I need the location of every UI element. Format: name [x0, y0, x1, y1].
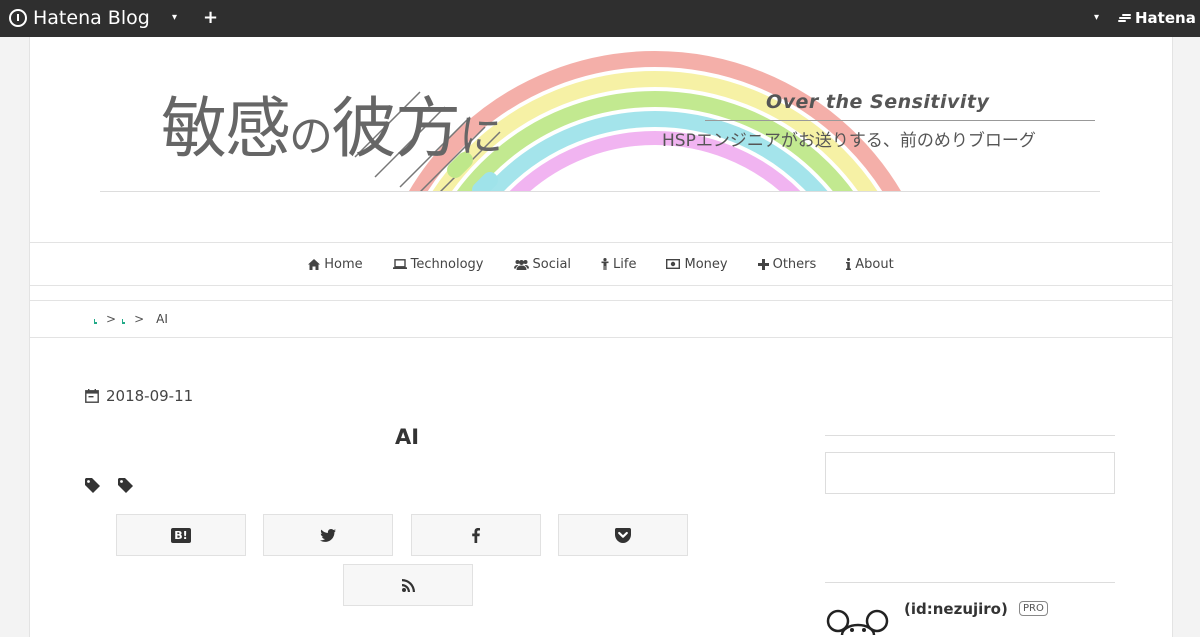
nav-item-label: Social: [532, 256, 572, 272]
hatena-bookmark-share-button[interactable]: B!: [116, 514, 246, 556]
hatena-home-link[interactable]: Hatena: [1118, 9, 1196, 27]
blog-title-part-1: 敏感: [161, 90, 291, 167]
feed-subscribe-button[interactable]: [343, 564, 473, 606]
users-icon: [513, 259, 529, 270]
twitter-share-button[interactable]: [263, 514, 393, 556]
blog-description: HSPエンジニアがお送りする、前のめりブローグ: [662, 131, 1036, 151]
nav-item-label: Life: [613, 256, 637, 272]
nav-item-label: Technology: [410, 256, 484, 272]
nav-item-label: Money: [684, 256, 728, 272]
blog-page: 敏感の彼方に Over the Sensitivity HSPエンジニアがお送り…: [29, 37, 1173, 637]
blog-title-part-4: に: [459, 111, 503, 162]
pocket-icon: [615, 527, 631, 543]
nav-item-label: Others: [772, 256, 817, 272]
nav-item-others[interactable]: Others: [757, 256, 817, 272]
rss-icon: [401, 578, 415, 592]
profile-id-link[interactable]: (id:nezujiro): [904, 600, 1008, 618]
money-icon: [666, 259, 681, 269]
sidebar-divider: [825, 435, 1115, 436]
nav-item-about[interactable]: About: [846, 256, 894, 272]
blog-subtitle: Over the Sensitivity: [766, 91, 990, 113]
entry-date[interactable]: 2018-09-11: [85, 387, 193, 405]
hatena-brand-text: Hatena: [1135, 9, 1196, 27]
sidebar-search-box[interactable]: [825, 452, 1115, 494]
hatena-topbar: Hatena Blog ▾ + ▾ Hatena: [0, 0, 1200, 37]
nav-item-technology[interactable]: Technology: [392, 256, 484, 272]
hatena-blog-brand: Hatena Blog: [33, 7, 150, 29]
breadcrumb: > > AI: [94, 312, 168, 326]
nav-item-life[interactable]: Life: [601, 257, 636, 272]
entry-tags: [85, 478, 134, 493]
nav-item-home[interactable]: Home: [308, 256, 363, 272]
person-icon: [601, 258, 609, 270]
breadcrumb-separator: >: [106, 312, 117, 326]
sidebar-divider: [825, 582, 1115, 583]
breadcrumb-category-link[interactable]: [122, 314, 128, 324]
blog-title-part-3: 彼方: [331, 90, 461, 167]
hatena-blog-logo-icon: [9, 9, 27, 27]
nav-item-label: Home: [324, 256, 363, 272]
hatena-bookmark-icon: B!: [171, 527, 191, 543]
nav-item-money[interactable]: Money: [666, 256, 728, 272]
blog-title-part-2: の: [289, 111, 333, 162]
info-icon: [846, 258, 852, 270]
hatena-mark-icon: [1118, 13, 1132, 23]
twitter-icon: [320, 528, 336, 542]
calendar-icon: [85, 389, 99, 403]
plus-icon: [757, 258, 769, 270]
entry-date-text: 2018-09-11: [106, 387, 194, 405]
facebook-icon: [472, 527, 480, 543]
tag-icon[interactable]: [85, 478, 101, 493]
blog-title[interactable]: 敏感の彼方に: [161, 75, 503, 171]
nav-item-label: About: [855, 256, 894, 272]
pocket-share-button[interactable]: [558, 514, 688, 556]
tag-icon[interactable]: [118, 478, 134, 493]
breadcrumb-current: AI: [156, 312, 168, 326]
breadcrumb-bar: > > AI: [30, 300, 1172, 338]
banner-divider: [100, 191, 1100, 192]
hatena-blog-logo[interactable]: Hatena Blog: [9, 7, 150, 29]
breadcrumb-separator: >: [134, 312, 145, 326]
breadcrumb-home-link[interactable]: [94, 314, 100, 324]
profile-avatar[interactable]: [825, 605, 891, 635]
new-post-button[interactable]: +: [203, 7, 218, 28]
blog-header-banner[interactable]: 敏感の彼方に Over the Sensitivity HSPエンジニアがお送り…: [100, 37, 1100, 192]
facebook-share-button[interactable]: [411, 514, 541, 556]
blog-menu-caret-icon[interactable]: ▾: [172, 12, 177, 23]
laptop-icon: [392, 259, 407, 269]
home-icon: [308, 258, 321, 270]
pro-badge: PRO: [1019, 601, 1048, 616]
subtitle-divider: [705, 120, 1095, 121]
user-menu-caret-icon[interactable]: ▾: [1094, 12, 1099, 23]
global-nav: Home Technology Social Life Money Others…: [30, 242, 1172, 286]
entry-title[interactable]: AI: [360, 425, 454, 449]
nav-item-social[interactable]: Social: [513, 256, 572, 272]
